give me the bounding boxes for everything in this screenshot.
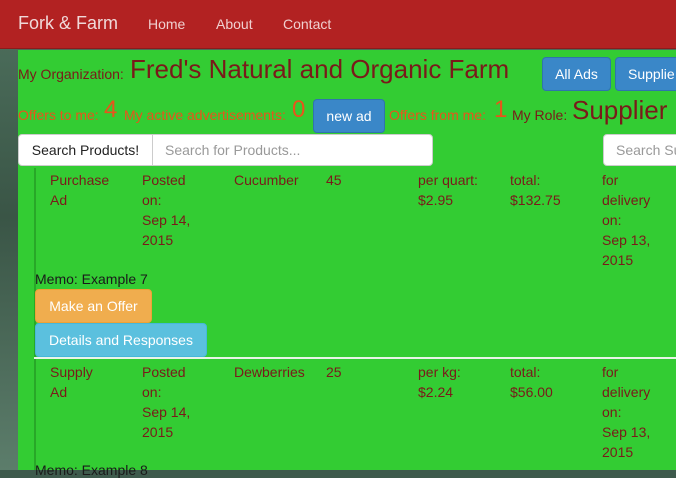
ad-divider bbox=[34, 357, 676, 359]
ad-quantity: 45 bbox=[326, 172, 342, 188]
ad-left-border bbox=[34, 359, 36, 470]
all-ads-button[interactable]: All Ads bbox=[542, 57, 611, 91]
new-ad-button[interactable]: new ad bbox=[313, 99, 385, 133]
ad-delivery: for delivery on: Sep 13, 2015 bbox=[602, 364, 651, 460]
nav-contact[interactable]: Contact bbox=[283, 16, 331, 32]
ad-memo: Memo: Example 8 bbox=[35, 462, 148, 478]
offers-to-me-label: Offers to me: bbox=[18, 107, 99, 123]
org-name: Fred's Natural and Organic Farm bbox=[130, 54, 510, 84]
ad-quantity: 25 bbox=[326, 364, 342, 380]
offers-from-me-count: 1 bbox=[494, 96, 508, 123]
ad-memo: Memo: Example 7 bbox=[35, 271, 148, 287]
active-ads-count: 0 bbox=[292, 96, 306, 123]
brand-link[interactable]: Fork & Farm bbox=[18, 13, 118, 34]
role-label: My Role: bbox=[512, 107, 568, 123]
navbar: Fork & Farm Home About Contact bbox=[0, 0, 676, 49]
ad-total: total: $56.00 bbox=[510, 364, 553, 400]
details-responses-button[interactable]: Details and Responses bbox=[35, 323, 207, 357]
search-products-input[interactable]: Search for Products... bbox=[152, 134, 433, 166]
ad-posted: Posted on: Sep 14, 2015 bbox=[142, 172, 191, 248]
ad-product: Dewberries bbox=[234, 364, 305, 380]
make-offer-button[interactable]: Make an Offer bbox=[35, 289, 152, 323]
ad-type: Purchase Ad bbox=[50, 172, 110, 208]
search-products-button[interactable]: Search Products! bbox=[18, 134, 153, 166]
ad-type: Supply Ad bbox=[50, 364, 93, 400]
ad-product: Cucumber bbox=[234, 172, 299, 188]
active-ads-label: My active advertisements: bbox=[124, 107, 286, 123]
nav-home[interactable]: Home bbox=[148, 16, 185, 32]
offers-from-me-label: Offers from me: bbox=[389, 107, 486, 123]
org-label: My Organization: bbox=[18, 66, 124, 82]
ad-unit-price: per quart: $2.95 bbox=[418, 172, 478, 208]
nav-about[interactable]: About bbox=[216, 16, 253, 32]
search-suppliers-input[interactable]: Search Su bbox=[603, 134, 676, 166]
supplier-button[interactable]: Supplie bbox=[615, 57, 676, 91]
ad-unit-price: per kg: $2.24 bbox=[418, 364, 461, 400]
role-value: Supplier bbox=[572, 95, 668, 125]
ad-delivery: for delivery on: Sep 13, 2015 bbox=[602, 172, 651, 268]
offers-to-me-count: 4 bbox=[104, 96, 118, 123]
ad-total: total: $132.75 bbox=[510, 172, 561, 208]
ad-posted: Posted on: Sep 14, 2015 bbox=[142, 364, 191, 440]
